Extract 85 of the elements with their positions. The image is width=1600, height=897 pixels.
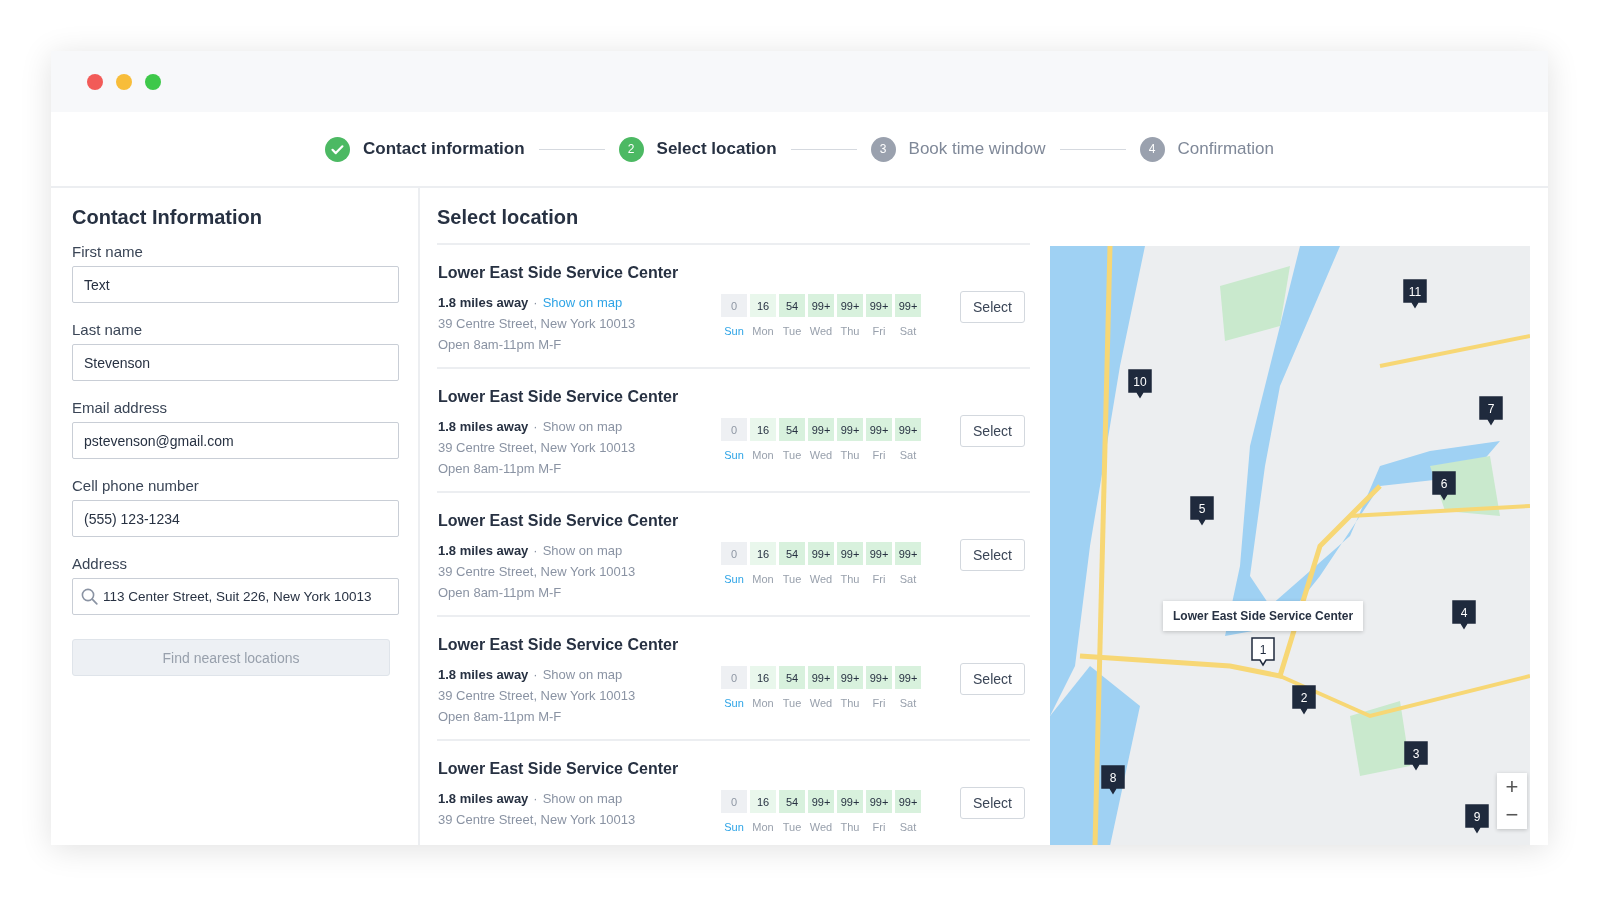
availability-count[interactable]: 99+ [866,294,892,317]
field-label: Email address [72,399,169,416]
availability-count[interactable]: 99+ [895,666,921,689]
separator-dot: · [533,295,538,310]
search-icon [81,588,98,605]
hours-text: Open 8am-11pm M-F [438,336,563,354]
panel-title: Contact Information [72,206,263,229]
location-name: Lower East Side Service Center [438,264,680,282]
availability-count[interactable]: 99+ [866,542,892,565]
availability-count[interactable]: 99+ [895,294,921,317]
availability-count[interactable]: 99+ [837,542,863,565]
availability-count[interactable]: 16 [750,790,776,813]
input-field[interactable]: Text [72,266,399,303]
distance-text: 1.8 miles away [438,791,529,806]
availability-count[interactable]: 99+ [837,666,863,689]
step-number: 2 [618,136,644,162]
maximize-button[interactable] [145,73,161,90]
availability-count[interactable]: 99+ [895,418,921,441]
field-label: First name [72,243,144,260]
select-button[interactable]: Select [960,415,1025,447]
step-label[interactable]: Contact information [363,139,525,159]
search-field[interactable]: 113 Center Street, Suit 226, New York 10013 [72,578,399,615]
availability-count[interactable]: 16 [750,666,776,689]
hours-text: Open 8am-11pm M-F [438,708,563,726]
address-text: 39 Centre Street, New York 10013 [438,687,637,705]
address-text: 39 Centre Street, New York 10013 [438,315,637,333]
select-button[interactable]: Select [960,291,1025,323]
separator-dot: · [533,419,538,434]
availability-count[interactable]: 99+ [808,418,834,441]
address-text: 39 Centre Street, New York 10013 [438,811,637,829]
input-field[interactable]: Stevenson [72,344,399,381]
availability-count[interactable]: 99+ [866,666,892,689]
availability-count[interactable]: 54 [779,418,805,441]
hours-text: Open 8am-11pm M-F [438,460,563,478]
availability-count[interactable]: 16 [750,294,776,317]
step-number: 4 [1139,136,1165,162]
separator-dot: · [533,543,538,558]
availability-count[interactable]: 99+ [837,294,863,317]
distance-text: 1.8 miles away [438,419,529,434]
availability-count[interactable]: 99+ [895,542,921,565]
zoom-out-button[interactable]: − [1497,801,1527,829]
separator-dot: · [533,791,538,806]
location-name: Lower East Side Service Center [438,512,680,530]
availability-count[interactable]: 54 [779,790,805,813]
minimize-button[interactable] [116,73,132,90]
availability-count[interactable]: 54 [779,294,805,317]
field-label: Last name [72,321,144,338]
panel-title: Select location [437,206,580,229]
availability-count[interactable]: 99+ [808,666,834,689]
field-label: Cell phone number [72,477,200,494]
availability-count[interactable]: 54 [779,542,805,565]
availability-count[interactable]: 99+ [808,790,834,813]
availability-count[interactable]: 99+ [866,790,892,813]
field-label: Address [72,555,129,572]
distance-text: 1.8 miles away [438,295,529,310]
availability-count[interactable]: 16 [750,418,776,441]
zoom-in-button[interactable]: + [1497,773,1527,801]
address-text: 39 Centre Street, New York 10013 [438,439,637,457]
select-button[interactable]: Select [960,539,1025,571]
availability-count[interactable]: 99+ [866,418,892,441]
availability-count[interactable]: 16 [750,542,776,565]
hours-text: Open 8am-11pm M-F [438,584,563,602]
input-field[interactable]: pstevenson@gmail.com [72,422,399,459]
location-name: Lower East Side Service Center [438,636,680,654]
location-name: Lower East Side Service Center [438,388,680,406]
input-field[interactable]: (555) 123-1234 [72,500,399,537]
availability-count[interactable]: 99+ [895,790,921,813]
step-number: 3 [870,136,896,162]
step-label[interactable]: Select location [656,139,777,159]
close-button[interactable] [87,73,103,90]
select-button[interactable]: Select [960,663,1025,695]
availability-count[interactable]: 99+ [837,418,863,441]
distance-text: 1.8 miles away [438,667,529,682]
availability-count[interactable]: 99+ [808,542,834,565]
address-text: 39 Centre Street, New York 10013 [438,563,637,581]
availability-count[interactable]: 99+ [837,790,863,813]
step-label[interactable]: Confirmation [1177,139,1274,159]
distance-text: 1.8 miles away [438,543,529,558]
select-button[interactable]: Select [960,787,1025,819]
separator-dot: · [533,667,538,682]
location-name: Lower East Side Service Center [438,760,680,778]
step-label[interactable]: Book time window [908,139,1046,159]
availability-count[interactable]: 54 [779,666,805,689]
map-tooltip: Lower East Side Service Center [1163,601,1364,631]
availability-count[interactable]: 99+ [808,294,834,317]
